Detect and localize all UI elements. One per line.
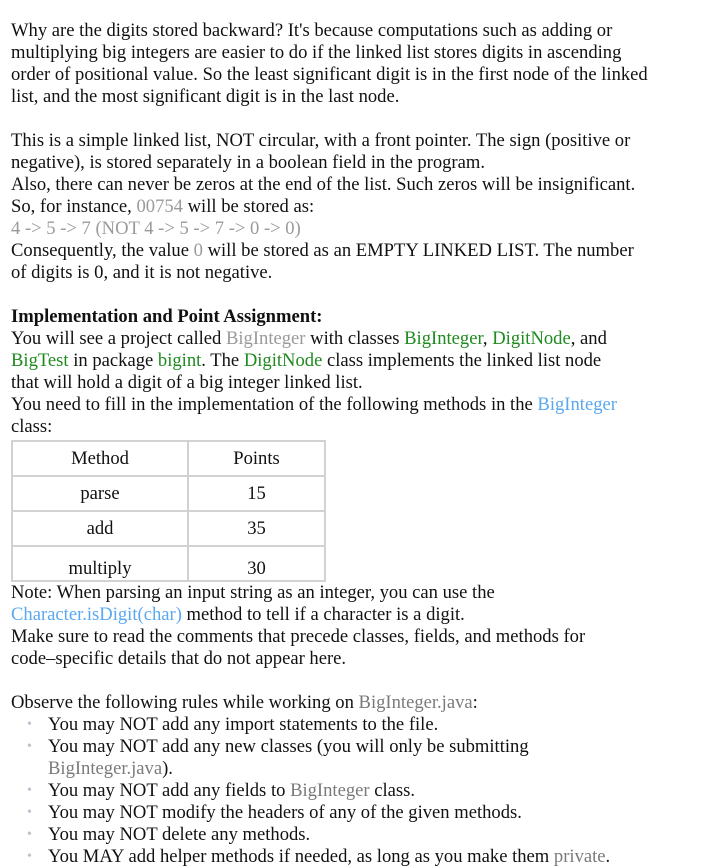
text: You may NOT modify the headers of any of… xyxy=(48,802,522,823)
section-heading: Implementation and Point Assignment: xyxy=(11,306,323,327)
list-item: • You may NOT delete any methods. xyxy=(27,824,648,846)
method-link[interactable]: Character.isDigit(char) xyxy=(11,604,182,625)
package-name: bigint xyxy=(157,350,202,371)
bullet-icon: • xyxy=(27,783,32,798)
zero-value: 0 xyxy=(193,240,203,261)
linked-list-example: 4 -> 5 -> 7 (NOT 4 -> 5 -> 7 -> 0 -> 0) xyxy=(11,218,301,239)
code-text: private xyxy=(553,846,606,867)
text: with classes xyxy=(305,328,405,349)
header-points: Points xyxy=(187,440,326,477)
text: You will see a project called xyxy=(11,328,226,349)
text: . xyxy=(605,846,611,867)
text: Consequently, the value xyxy=(11,240,194,261)
table-row: add 35 xyxy=(11,510,326,547)
class-name: BigInteger xyxy=(404,328,483,349)
text: You need to fill in the implementation o… xyxy=(11,394,538,415)
text: , xyxy=(482,328,493,349)
points-cell: 30 xyxy=(187,545,326,582)
bullet-icon: • xyxy=(27,717,32,732)
implementation-section: Implementation and Point Assignment: You… xyxy=(11,306,631,438)
points-cell: 15 xyxy=(187,475,326,512)
text: Also, there can never be zeros at the en… xyxy=(11,174,636,217)
table-row: parse 15 xyxy=(11,475,326,512)
text: You may NOT delete any methods. xyxy=(48,824,311,845)
text: Observe the following rules while workin… xyxy=(11,692,359,713)
class-link[interactable]: BigInteger xyxy=(537,394,617,415)
text: ). xyxy=(162,758,173,779)
text: You MAY add helper methods if needed, as… xyxy=(48,846,554,867)
methods-points-table: Method Points parse 15 add 35 multiply 3… xyxy=(11,440,326,582)
method-cell: multiply xyxy=(11,545,189,582)
table-row: multiply 30 xyxy=(11,545,326,582)
text: : xyxy=(472,692,478,713)
header-method: Method xyxy=(11,440,189,477)
text: class. xyxy=(369,780,416,801)
text: Note: When parsing an input string as an… xyxy=(11,582,495,603)
code-text: BigInteger xyxy=(290,780,370,801)
text: You may NOT add any new classes (you wil… xyxy=(48,736,529,757)
text: , and xyxy=(570,328,607,349)
text: will be stored as: xyxy=(182,196,315,217)
text: . The xyxy=(201,350,244,371)
bullet-icon: • xyxy=(27,805,32,820)
list-item: • You may NOT modify the headers of any o… xyxy=(27,802,648,824)
points-cell: 35 xyxy=(187,510,326,547)
structure-line1: This is a simple linked list, NOT circul… xyxy=(11,130,631,173)
structure-line2: Also, there can never be zeros at the en… xyxy=(11,174,635,217)
bullet-icon: • xyxy=(27,739,32,754)
bullet-icon: • xyxy=(27,849,32,864)
file-name: BigInteger.java xyxy=(358,692,473,713)
rules-list: • You may NOT add any import statements t… xyxy=(11,714,701,868)
class-name: BigTest xyxy=(11,350,69,371)
list-item: • You may NOT add any fields to BigIntege… xyxy=(27,780,608,802)
document-page: Why are the digits stored backward? It's… xyxy=(0,0,701,868)
class-name: DigitNode xyxy=(243,350,323,371)
code-text: BigInteger.java xyxy=(48,758,163,779)
method-cell: parse xyxy=(11,475,189,512)
structure-line3: Consequently, the value 0 will be stored… xyxy=(11,240,634,283)
list-item: • You may NOT add any new classes (you wi… xyxy=(27,736,558,780)
project-name: BigInteger xyxy=(225,328,306,349)
example-value: 00754 xyxy=(136,196,183,217)
rules-intro: Observe the following rules while workin… xyxy=(11,692,701,714)
note-paragraph: Note: When parsing an input string as an… xyxy=(11,582,611,670)
intro-paragraph: Why are the digits stored backward? It's… xyxy=(11,20,648,107)
text: class: xyxy=(11,416,53,437)
method-cell: add xyxy=(11,510,189,547)
note-line2: Make sure to read the comments that prec… xyxy=(11,626,586,669)
text: method to tell if a character is a digit… xyxy=(181,604,465,625)
structure-paragraph: This is a simple linked list, NOT circul… xyxy=(11,130,651,284)
bullet-icon: • xyxy=(27,827,32,842)
list-item: • You MAY add helper methods if needed, a… xyxy=(27,846,688,868)
class-name: DigitNode xyxy=(492,328,571,349)
list-item: • You may NOT add any import statements t… xyxy=(27,714,608,736)
text: You may NOT add any fields to xyxy=(48,780,291,801)
text: You may NOT add any import statements to… xyxy=(48,714,439,735)
table-header-row: Method Points xyxy=(11,440,326,477)
text: in package xyxy=(68,350,158,371)
